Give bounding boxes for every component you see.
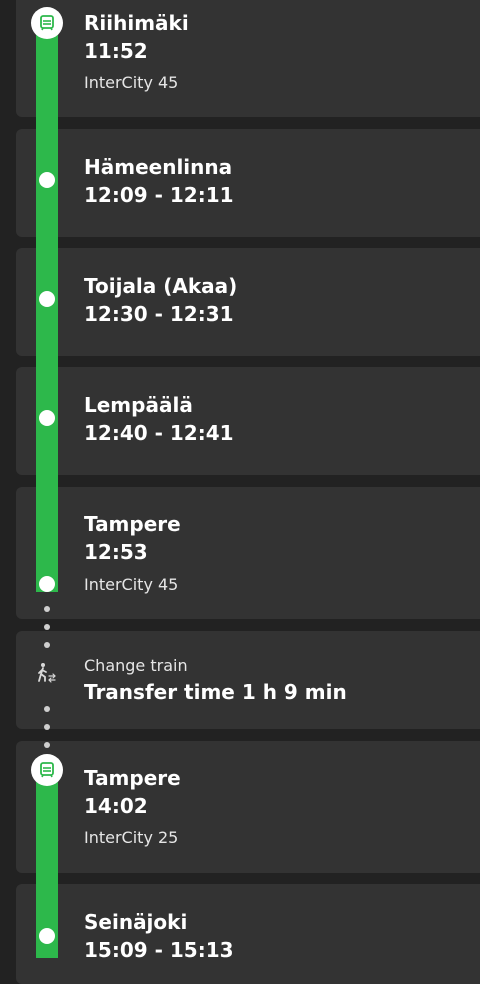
- stop-station-name: Riihimäki: [84, 11, 189, 35]
- train-icon: [31, 754, 63, 786]
- stop-time: 12:09 - 12:11: [84, 183, 234, 207]
- stop-dot: [39, 410, 55, 426]
- stop-station-name: Hämeenlinna: [84, 155, 233, 179]
- stop-dot: [39, 291, 55, 307]
- train-icon: [31, 7, 63, 39]
- stop-time: 11:52: [84, 39, 148, 63]
- stop-station-name: Seinäjoki: [84, 910, 188, 934]
- stop-station-name: Tampere: [84, 766, 181, 790]
- stop-station-name: Tampere: [84, 512, 181, 536]
- train-name: InterCity 45: [84, 575, 179, 594]
- transfer-time: Transfer time 1 h 9 min: [84, 680, 347, 704]
- stop-time: 12:30 - 12:31: [84, 302, 234, 326]
- walking-person-icon: [36, 662, 58, 688]
- stop-time: 12:53: [84, 540, 148, 564]
- stop-time: 12:40 - 12:41: [84, 421, 234, 445]
- stop-time: 14:02: [84, 794, 148, 818]
- stop-dot: [39, 928, 55, 944]
- transfer-dot: [44, 624, 50, 630]
- stop-station-name: Toijala (Akaa): [84, 274, 238, 298]
- transfer-dot: [44, 706, 50, 712]
- transfer-dot: [44, 724, 50, 730]
- transfer-dot: [44, 642, 50, 648]
- transfer-dot: [44, 606, 50, 612]
- stop-dot: [39, 576, 55, 592]
- stop-station-name: Lempäälä: [84, 393, 193, 417]
- transfer-dot: [44, 742, 50, 748]
- train-name: InterCity 25: [84, 828, 179, 847]
- stop-dot: [39, 172, 55, 188]
- route-line-segment-1: [36, 22, 58, 592]
- change-train-label: Change train: [84, 656, 188, 675]
- stop-time: 15:09 - 15:13: [84, 938, 234, 962]
- train-name: InterCity 45: [84, 73, 179, 92]
